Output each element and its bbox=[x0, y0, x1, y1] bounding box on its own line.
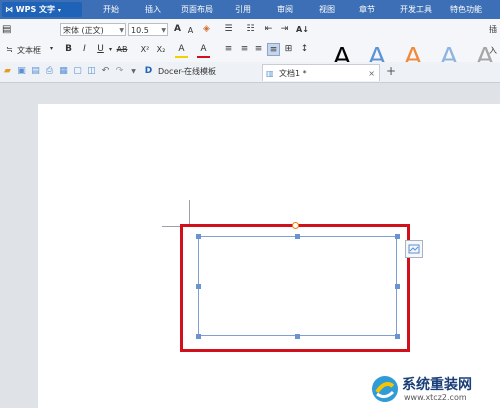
highlight-button[interactable]: A bbox=[175, 43, 188, 58]
document-tab-bar: ▰ ▣ ▤ ⎙ ▦ ▢ ◫ ↶ ↷ ▼ D Docer-在线模板 ▥ 文档1 *… bbox=[0, 62, 500, 83]
distribute-icon[interactable]: ⊞ bbox=[282, 43, 295, 56]
superscript-button[interactable]: X² bbox=[137, 43, 153, 56]
align-center-icon[interactable]: ≡ bbox=[238, 43, 251, 56]
resize-handle-top[interactable] bbox=[295, 234, 300, 239]
rotate-handle[interactable] bbox=[292, 222, 299, 229]
resize-handle-bottom-right[interactable] bbox=[395, 334, 400, 339]
text-box[interactable] bbox=[198, 236, 397, 336]
resize-handle-left[interactable] bbox=[196, 284, 201, 289]
docer-logo-icon: D bbox=[144, 66, 153, 76]
document-tab-label: 文档1 * bbox=[279, 69, 307, 78]
font-name-select[interactable]: 宋体 (正文) ▼ bbox=[60, 23, 126, 36]
paste-icon[interactable]: ▤ bbox=[2, 24, 11, 35]
docer-tab[interactable]: Docer-在线模板 bbox=[158, 66, 216, 77]
layout-options-icon bbox=[408, 244, 420, 254]
resize-handle-bottom-left[interactable] bbox=[196, 334, 201, 339]
bullet-list-icon[interactable]: ☰ bbox=[222, 23, 235, 36]
print-icon[interactable]: ⎙ bbox=[44, 66, 55, 77]
chevron-down-icon: ▼ bbox=[161, 27, 166, 34]
resize-handle-top-right[interactable] bbox=[395, 234, 400, 239]
site-watermark: 系统重装网 www.xtcz2.com bbox=[370, 372, 498, 406]
print-preview-icon[interactable]: ▤ bbox=[30, 66, 41, 77]
menu-tabs: 开始 插入 页面布局 引用 审阅 视图 章节 开发工具 特色功能 bbox=[0, 0, 500, 19]
save-icon[interactable]: ▣ bbox=[16, 66, 27, 77]
strikethrough-button[interactable]: AB bbox=[114, 43, 130, 56]
text-direction-icon[interactable]: A↓ bbox=[296, 23, 309, 36]
tab-features[interactable]: 特色功能 bbox=[450, 4, 482, 15]
close-icon[interactable]: × bbox=[368, 65, 375, 82]
layout-options-button[interactable] bbox=[405, 240, 423, 258]
preview-icon[interactable]: ▢ bbox=[72, 66, 83, 77]
spellcheck-icon[interactable]: ◫ bbox=[86, 66, 97, 77]
watermark-logo-icon bbox=[372, 376, 398, 402]
line-spacing-icon[interactable]: ↕ bbox=[298, 43, 311, 56]
increase-indent-icon[interactable]: ⇥ bbox=[278, 23, 291, 36]
watermark-title: 系统重装网 bbox=[402, 377, 472, 393]
font-size-select[interactable]: 10.5 ▼ bbox=[128, 23, 168, 36]
justify-icon[interactable]: ≡ bbox=[267, 43, 280, 56]
undo-icon[interactable]: ↶ bbox=[100, 66, 111, 77]
format-painter-icon[interactable]: ≒ bbox=[6, 45, 13, 54]
increase-font-button[interactable]: A bbox=[171, 23, 184, 36]
font-size-value: 10.5 bbox=[131, 26, 149, 35]
resize-handle-bottom[interactable] bbox=[295, 334, 300, 339]
right-cut-label-2: 入 bbox=[489, 46, 497, 55]
italic-button[interactable]: I bbox=[78, 43, 91, 56]
watermark-url: www.xtcz2.com bbox=[404, 393, 467, 402]
font-name-value: 宋体 (正文) bbox=[63, 26, 104, 35]
tab-developer[interactable]: 开发工具 bbox=[400, 4, 432, 15]
chevron-down-icon[interactable]: ▾ bbox=[50, 45, 53, 52]
decrease-font-button[interactable]: A bbox=[184, 24, 197, 37]
export-pdf-icon[interactable]: ▦ bbox=[58, 66, 69, 77]
numbered-list-icon[interactable]: ☷ bbox=[244, 23, 257, 36]
tab-references[interactable]: 引用 bbox=[235, 4, 251, 15]
align-right-icon[interactable]: ≡ bbox=[252, 43, 265, 56]
tab-start[interactable]: 开始 bbox=[103, 4, 119, 15]
tab-chapter[interactable]: 章节 bbox=[359, 4, 375, 15]
document-icon: ▥ bbox=[266, 69, 274, 78]
redo-icon[interactable]: ↷ bbox=[114, 66, 125, 77]
menu-bar: ⋈ WPS 文字 ▾ 开始 插入 页面布局 引用 审阅 视图 章节 开发工具 特… bbox=[0, 0, 500, 19]
margin-corner-mark bbox=[189, 200, 190, 227]
add-tab-button[interactable]: + bbox=[386, 64, 396, 78]
chevron-down-icon[interactable]: ▼ bbox=[128, 66, 139, 77]
resize-handle-top-left[interactable] bbox=[196, 234, 201, 239]
document-tab[interactable]: ▥ 文档1 * × bbox=[262, 64, 380, 81]
ribbon-toolbar: ▤ ≒ 文本框 ▾ 宋体 (正文) ▼ 10.5 ▼ A A ◈ B I U ▾… bbox=[0, 19, 500, 72]
text-box-label[interactable]: 文本框 bbox=[17, 45, 41, 56]
bold-button[interactable]: B bbox=[62, 43, 75, 56]
open-folder-icon[interactable]: ▰ bbox=[2, 66, 13, 77]
align-left-icon[interactable]: ≡ bbox=[222, 43, 235, 56]
chevron-down-icon: ▼ bbox=[119, 27, 124, 34]
tab-insert[interactable]: 插入 bbox=[145, 4, 161, 15]
subscript-button[interactable]: X₂ bbox=[153, 43, 169, 56]
right-cut-label: 插 bbox=[489, 25, 497, 34]
tab-page-layout[interactable]: 页面布局 bbox=[181, 4, 213, 15]
decrease-indent-icon[interactable]: ⇤ bbox=[262, 23, 275, 36]
clear-format-icon[interactable]: ◈ bbox=[200, 23, 213, 36]
tab-view[interactable]: 视图 bbox=[319, 4, 335, 15]
resize-handle-right[interactable] bbox=[395, 284, 400, 289]
font-color-button[interactable]: A bbox=[197, 43, 210, 58]
tab-review[interactable]: 审阅 bbox=[277, 4, 293, 15]
